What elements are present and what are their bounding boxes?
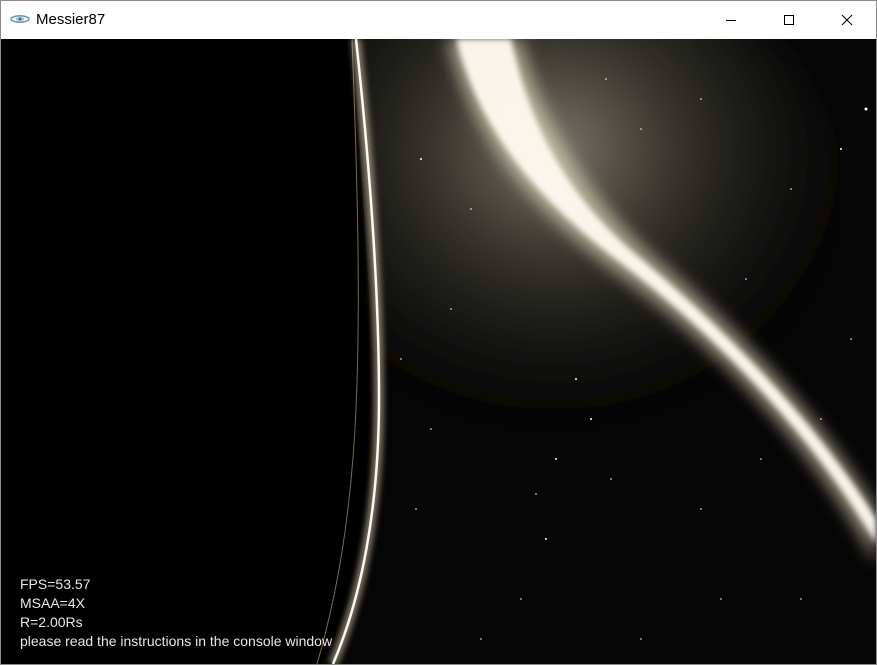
- galaxy-app-icon: [10, 14, 30, 24]
- maximize-button[interactable]: [760, 1, 818, 39]
- fps-readout: FPS=53.57: [20, 576, 91, 592]
- window-title: Messier87: [36, 11, 106, 28]
- close-icon: [841, 14, 853, 26]
- title-bar[interactable]: Messier87: [1, 1, 876, 39]
- instructions-text: please read the instructions in the cons…: [20, 633, 333, 649]
- radius-readout: R=2.00Rs: [20, 614, 83, 630]
- render-viewport[interactable]: FPS=53.57 MSAA=4X R=2.00Rs please read t…: [1, 39, 876, 664]
- hud-overlay: FPS=53.57 MSAA=4X R=2.00Rs please read t…: [20, 575, 332, 651]
- minimize-icon: [726, 20, 736, 21]
- close-button[interactable]: [818, 1, 876, 39]
- event-horizon-shadow: [1, 39, 372, 664]
- maximize-icon: [784, 15, 794, 25]
- msaa-readout: MSAA=4X: [20, 595, 85, 611]
- app-window: Messier87 FPS=53.57 MSAA=4X R=2.00Rs ple…: [0, 0, 877, 665]
- minimize-button[interactable]: [702, 1, 760, 39]
- black-hole-scene: [1, 39, 876, 664]
